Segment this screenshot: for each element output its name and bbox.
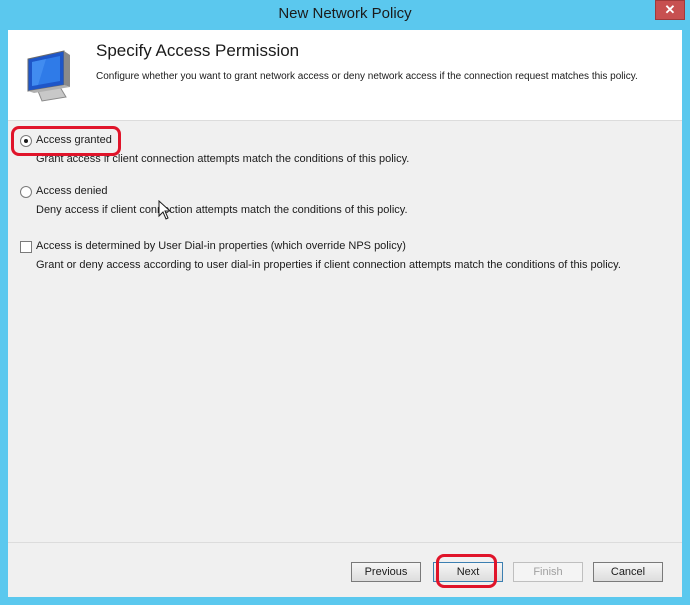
dial-in-description: Grant or deny access according to user d… xyxy=(36,259,621,271)
wizard-header: Specify Access Permission Configure whet… xyxy=(8,30,682,121)
dialog-window: New Network Policy ✕ Specify Access Perm… xyxy=(0,0,690,605)
page-description: Configure whether you want to grant netw… xyxy=(96,71,638,82)
previous-button[interactable]: Previous xyxy=(351,562,421,582)
mouse-cursor-icon xyxy=(158,200,170,220)
monitor-icon xyxy=(27,50,70,102)
cancel-button[interactable]: Cancel xyxy=(593,562,663,582)
dial-in-checkbox[interactable] xyxy=(20,241,32,253)
access-denied-description: Deny access if client connection attempt… xyxy=(36,204,408,216)
page-title: Specify Access Permission xyxy=(96,41,300,60)
close-button[interactable]: ✕ xyxy=(655,0,685,20)
highlight-access-granted xyxy=(11,126,121,156)
highlight-next xyxy=(436,554,497,588)
window-title: New Network Policy xyxy=(278,5,412,22)
title-bar: New Network Policy ✕ xyxy=(0,0,690,30)
access-denied-label[interactable]: Access denied xyxy=(36,185,108,197)
access-denied-radio[interactable] xyxy=(20,186,32,198)
dial-in-label[interactable]: Access is determined by User Dial-in pro… xyxy=(36,240,406,252)
footer-divider xyxy=(8,542,682,543)
dialog-client-area: Specify Access Permission Configure whet… xyxy=(8,30,682,597)
finish-button: Finish xyxy=(513,562,583,582)
